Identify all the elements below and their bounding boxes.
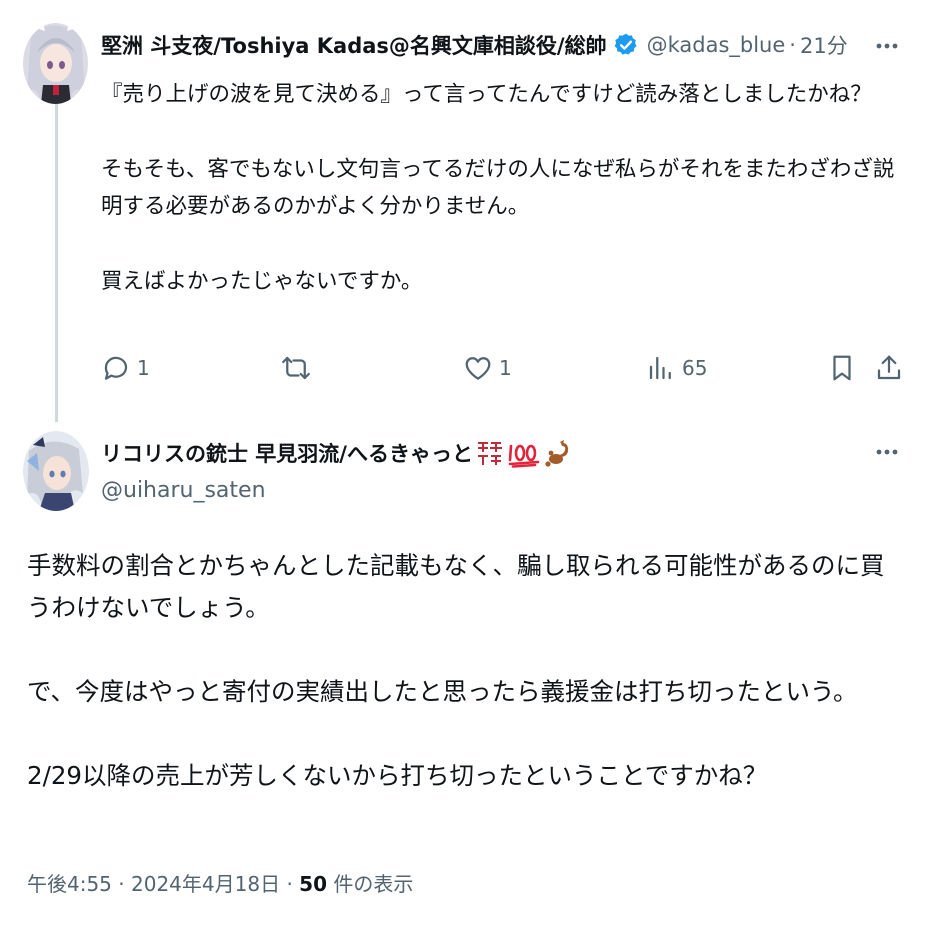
tweet-time[interactable]: 午後4:55: [27, 872, 112, 896]
separator-dot: ·: [118, 872, 125, 896]
parent-tweet-actions: 1 1 65: [101, 348, 906, 388]
tweet-paragraph: 買えばよかったじゃないですか。: [101, 269, 423, 294]
like-button[interactable]: 1: [463, 348, 512, 388]
reply-count: 1: [137, 356, 150, 380]
avatar[interactable]: [23, 431, 89, 511]
bookmark-icon: [833, 355, 851, 381]
view-count: 65: [682, 356, 708, 380]
tweet-time[interactable]: 21分: [800, 30, 848, 60]
user-handle[interactable]: @kadas_blue: [647, 33, 786, 57]
share-button[interactable]: [874, 348, 904, 388]
more-options-icon[interactable]: [873, 32, 901, 60]
parent-tweet-header: 堅洲 斗支夜/Toshiya Kadas@名興文庫相談役/総帥 @kadas_b…: [101, 28, 848, 62]
bookmark-button[interactable]: [827, 348, 857, 388]
views-button[interactable]: 65: [646, 348, 707, 388]
thread-connector-line: [55, 104, 58, 422]
reply-icon: [104, 356, 128, 380]
main-tweet-text: 手数料の割合とかちゃんとした記載もなく、騙し取られる可能性があるのに買うわけない…: [27, 545, 907, 797]
scorpion-emoji-icon: [543, 438, 573, 468]
more-options-icon[interactable]: [873, 438, 901, 466]
separator-dot: ·: [789, 33, 796, 57]
avatar[interactable]: [23, 23, 88, 104]
main-tweet-header: リコリスの銃士 早見羽流/へるきゃっと @uiharu_saten: [101, 436, 573, 503]
share-icon: [877, 355, 901, 380]
separator-dot: ·: [286, 872, 293, 896]
tweet-paragraph: 『売り上げの波を見て決める』って言ってたんですけど読み落としましたかね？: [101, 82, 872, 107]
heart-icon: [465, 357, 491, 380]
tweet-paragraph: で、今度はやっと寄付の実績出したと思ったら義援金は打ち切ったという。: [27, 677, 858, 706]
display-name[interactable]: リコリスの銃士 早見羽流/へるきゃっと: [101, 438, 473, 468]
views-label: 件の表示: [333, 872, 414, 896]
reply-button[interactable]: 1: [101, 348, 150, 388]
user-handle[interactable]: @uiharu_saten: [101, 478, 573, 503]
views-count: 50: [299, 872, 327, 896]
like-count: 1: [499, 356, 512, 380]
display-name[interactable]: 堅洲 斗支夜/Toshiya Kadas@名興文庫相談役/総帥: [101, 30, 607, 60]
views-chart-icon: [649, 356, 671, 380]
retweet-button[interactable]: [281, 348, 317, 388]
tweet-date[interactable]: 2024年4月18日: [131, 872, 280, 896]
parent-tweet-text: 『売り上げの波を見て決める』って言ってたんですけど読み落としましたかね？ そもそ…: [101, 76, 901, 300]
retweet-icon: [282, 356, 310, 380]
tweet-paragraph: 2/29以降の売上が芳しくないから打ち切ったということですかね？: [27, 761, 768, 790]
hellcat-kanji-emoji-icon: [475, 438, 505, 468]
tweet-paragraph: 手数料の割合とかちゃんとした記載もなく、騙し取られる可能性があるのに買うわけない…: [27, 551, 885, 622]
hundred-points-emoji-icon: [507, 438, 541, 468]
tweet-paragraph: そもそも、客でもないし文句言ってるだけの人になぜ私らがそれをまたわざわざ説明する…: [101, 157, 895, 219]
tweet-meta: 午後4:55 · 2024年4月18日 · 50 件の表示: [27, 868, 413, 897]
verified-badge-icon[interactable]: [613, 32, 639, 58]
